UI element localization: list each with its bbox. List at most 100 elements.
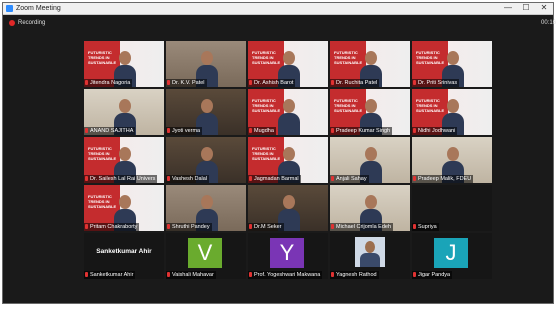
mic-muted-icon	[85, 128, 88, 133]
mic-muted-icon	[85, 80, 88, 85]
mic-muted-icon	[85, 176, 88, 181]
mic-muted-icon	[85, 224, 88, 229]
participant-name-text: Vaishali Mahavar	[172, 272, 214, 278]
mic-muted-icon	[413, 128, 416, 133]
participant-tile[interactable]: FUTURISTIC TRENDS IN SUSTAINABLE Pradeep …	[330, 89, 410, 135]
window-title: Zoom Meeting	[16, 5, 61, 12]
mic-muted-icon	[249, 176, 252, 181]
participant-tile[interactable]: FUTURISTIC TRENDS IN SUSTAINABLE Mugdha	[248, 89, 328, 135]
participant-name: Dr. Ashish Barot	[248, 79, 296, 87]
mic-muted-icon	[249, 224, 252, 229]
participant-tile[interactable]: Dr.M Seker	[248, 185, 328, 231]
profile-photo	[355, 237, 385, 267]
participant-name: Yagnesh Rathod	[330, 271, 379, 279]
participant-name-text: Mugdha	[254, 128, 274, 134]
participant-name-text: Pritam Chakraborty	[90, 224, 138, 230]
participant-name: Prof. Yogeshwari Makwana	[248, 271, 323, 279]
participant-name: Jigar Pandya	[412, 271, 453, 279]
meeting-timer: 00:16	[541, 20, 557, 26]
participant-name: ANAND SAJITHA	[84, 127, 136, 135]
close-button[interactable]: ✕	[535, 3, 553, 14]
participant-tile[interactable]: Anjali Sahay	[330, 137, 410, 183]
mic-muted-icon	[167, 224, 170, 229]
participant-name-text: Michael Crijomla Edeh	[336, 224, 392, 230]
participant-name: Jagmadan Barmal	[248, 175, 301, 183]
recording-label: Recording	[18, 20, 46, 26]
mic-muted-icon	[413, 272, 416, 277]
participant-name: Dr. Sailesh Lal Rai Univers	[84, 175, 158, 183]
participant-name-text: Jitendra Nagoria	[90, 80, 131, 86]
avatar-letter: V	[188, 238, 222, 268]
mic-muted-icon	[167, 128, 170, 133]
participant-name-text: Supriya	[418, 224, 437, 230]
participant-name-text: Jigar Pandya	[418, 272, 451, 278]
participant-name: Dr. K.V. Patel	[166, 79, 207, 87]
mic-muted-icon	[413, 80, 416, 85]
participant-tile[interactable]: FUTURISTIC TRENDS IN SUSTAINABLE Pritam C…	[84, 185, 164, 231]
zoom-window: Zoom Meeting — ☐ ✕ Recording 00:16 FUTUR…	[2, 2, 557, 304]
mic-muted-icon	[85, 272, 88, 277]
participant-name: Dr. Priti Srinivas	[412, 79, 460, 87]
participant-name-text: Dr. Ashish Barot	[254, 80, 294, 86]
participant-name-text: Jyoti verma	[172, 128, 201, 134]
participant-tile[interactable]: V Vaishali Mahavar	[166, 233, 246, 279]
participant-name: Jitendra Nagoria	[84, 79, 133, 87]
participant-tile[interactable]: J Jigar Pandya	[412, 233, 492, 279]
avatar-letter: J	[434, 238, 468, 268]
participant-name-text: Dr. Ruchita Patel	[336, 80, 378, 86]
participant-name: Vaishali Mahavar	[166, 271, 216, 279]
mic-muted-icon	[331, 272, 334, 277]
participant-tile[interactable]: ANAND SAJITHA	[84, 89, 164, 135]
participant-tile[interactable]: Pradeep Malik, FDEU	[412, 137, 492, 183]
participant-name-text: Nidhi Jodhwani	[418, 128, 456, 134]
participant-name-text: Dr. Priti Srinivas	[418, 80, 458, 86]
participant-display-name: Sanketkumar Ahir	[96, 248, 152, 255]
mic-muted-icon	[331, 80, 334, 85]
participant-name: Supriya	[412, 223, 439, 231]
participant-name: Mugdha	[248, 127, 276, 135]
mic-muted-icon	[413, 176, 416, 181]
record-dot-icon	[9, 20, 15, 26]
participant-tile[interactable]: Supriya	[412, 185, 492, 231]
participant-name-text: ANAND SAJITHA	[90, 128, 134, 134]
participant-tile[interactable]: Dr. K.V. Patel	[166, 41, 246, 87]
participant-tile[interactable]: FUTURISTIC TRENDS IN SUSTAINABLE Dr. Prit…	[412, 41, 492, 87]
mic-muted-icon	[167, 176, 170, 181]
mic-muted-icon	[331, 128, 334, 133]
mic-muted-icon	[249, 128, 252, 133]
participant-tile[interactable]: FUTURISTIC TRENDS IN SUSTAINABLE Nidhi Jo…	[412, 89, 492, 135]
avatar-letter: Y	[270, 238, 304, 268]
participant-name: Dr. Ruchita Patel	[330, 79, 380, 87]
participant-video-person	[278, 99, 300, 135]
maximize-button[interactable]: ☐	[517, 3, 535, 14]
participant-tile[interactable]: FUTURISTIC TRENDS IN SUSTAINABLE Jitendra…	[84, 41, 164, 87]
participant-tile[interactable]: Shruthi Pandey	[166, 185, 246, 231]
mic-muted-icon	[331, 224, 334, 229]
participant-name: Nidhi Jodhwani	[412, 127, 458, 135]
participant-name-text: Dr.M Seker	[254, 224, 282, 230]
participant-name: Pritam Chakraborty	[84, 223, 140, 231]
participant-name-text: Jagmadan Barmal	[254, 176, 299, 182]
participant-tile[interactable]: Jyoti verma	[166, 89, 246, 135]
participant-name: Pradeep Kumar Singh	[330, 127, 393, 135]
participant-tile[interactable]: Yagnesh Rathod	[330, 233, 410, 279]
participant-name: Dr.M Seker	[248, 223, 284, 231]
participant-tile[interactable]: FUTURISTIC TRENDS IN SUSTAINABLE Dr. Ashi…	[248, 41, 328, 87]
minimize-button[interactable]: —	[499, 3, 517, 14]
participant-tile[interactable]: Y Prof. Yogeshwari Makwana	[248, 233, 328, 279]
participant-name-text: Pradeep Malik, FDEU	[418, 176, 472, 182]
participant-tile[interactable]: Michael Crijomla Edeh	[330, 185, 410, 231]
participant-name-text: Dr. Sailesh Lal Rai Univers	[90, 176, 156, 182]
participant-name-text: Anjali Sahay	[336, 176, 367, 182]
participant-tile[interactable]: FUTURISTIC TRENDS IN SUSTAINABLE Jagmadan…	[248, 137, 328, 183]
participant-name-text: Pradeep Kumar Singh	[336, 128, 391, 134]
participant-tile[interactable]: Sanketkumar Ahir Sanketkumar Ahir	[84, 233, 164, 279]
participant-tile[interactable]: FUTURISTIC TRENDS IN SUSTAINABLE Dr. Sail…	[84, 137, 164, 183]
participant-name-text: Yagnesh Rathod	[336, 272, 377, 278]
participant-tile[interactable]: Vashesh Dalal	[166, 137, 246, 183]
participant-tile[interactable]: FUTURISTIC TRENDS IN SUSTAINABLE Dr. Ruch…	[330, 41, 410, 87]
participant-name: Anjali Sahay	[330, 175, 369, 183]
participant-name: Sanketkumar Ahir	[84, 271, 136, 279]
participant-name-text: Vashesh Dalal	[172, 176, 208, 182]
participant-name-text: Dr. K.V. Patel	[172, 80, 205, 86]
